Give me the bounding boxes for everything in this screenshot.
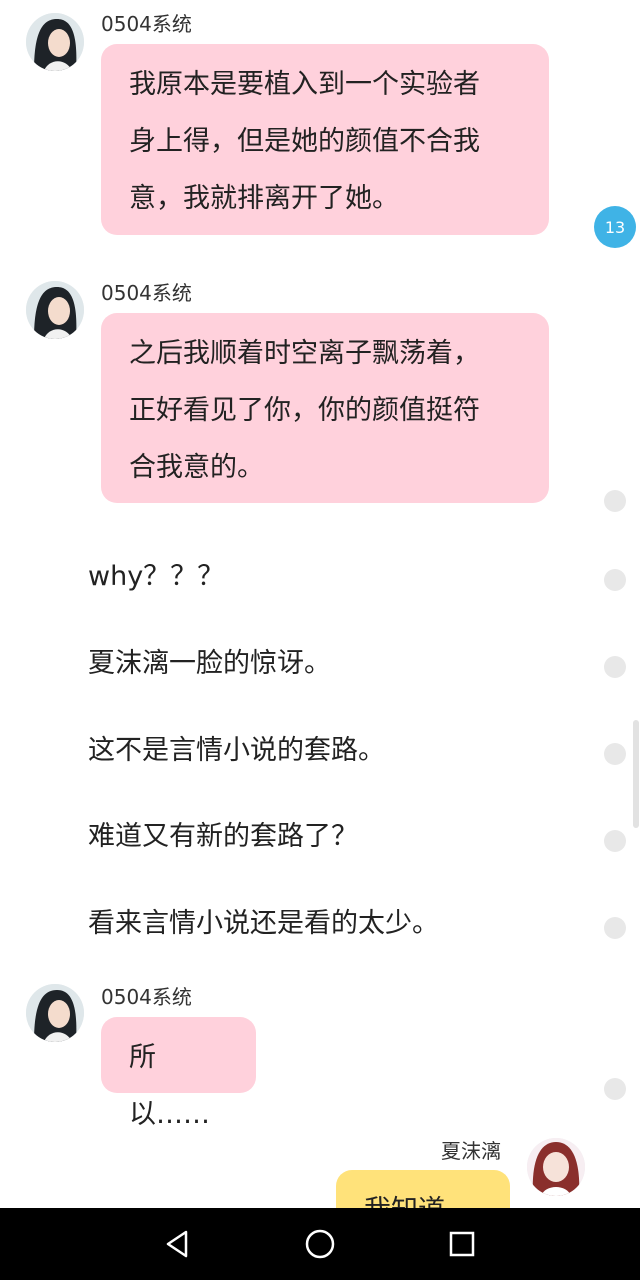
narration-line: why？？？ [88,561,225,592]
narration-line: 看来言情小说还是看的太少。 [88,908,439,939]
message-bubble[interactable]: 之后我顺着时空离子飘荡着， 正好看见了你，你的颜值挺符 合我意的。 [101,313,549,503]
paragraph-dot-icon[interactable] [604,743,626,765]
message-bubble[interactable]: 所以…… [101,1017,256,1130]
narration-line: 难道又有新的套路了？ [88,821,358,852]
avatar[interactable] [26,13,84,71]
message-bubble[interactable]: 我原本是要植入到一个实验者 身上得，但是她的颜值不合我 意，我就排离开了她。 [101,44,549,235]
back-triangle-icon[interactable] [158,1224,198,1264]
paragraph-dot-icon[interactable] [604,656,626,678]
home-circle-icon[interactable] [300,1224,340,1264]
sender-name: 0504系统 [101,281,192,305]
sender-name: 0504系统 [101,12,192,36]
recents-square-icon[interactable] [442,1224,482,1264]
avatar[interactable] [26,281,84,339]
narration-line: 夏沫漓一脸的惊讶。 [88,648,331,679]
unread-badge[interactable]: 13 [594,206,636,248]
scrollbar[interactable] [633,720,639,828]
avatar[interactable] [527,1138,585,1196]
system-navigation-bar [0,1208,640,1280]
avatar[interactable] [26,984,84,1042]
paragraph-dot-icon[interactable] [604,1078,626,1100]
paragraph-dot-icon[interactable] [604,830,626,852]
message-bubble[interactable]: 我知道 [336,1170,510,1208]
chat-feed[interactable]: 0504系统 我原本是要植入到一个实验者 身上得，但是她的颜值不合我 意，我就排… [0,0,640,1208]
sender-name: 0504系统 [101,985,192,1009]
sender-name: 夏沫漓 [441,1139,501,1163]
paragraph-dot-icon[interactable] [604,490,626,512]
paragraph-dot-icon[interactable] [604,569,626,591]
paragraph-dot-icon[interactable] [604,917,626,939]
narration-line: 这不是言情小说的套路。 [88,735,385,766]
